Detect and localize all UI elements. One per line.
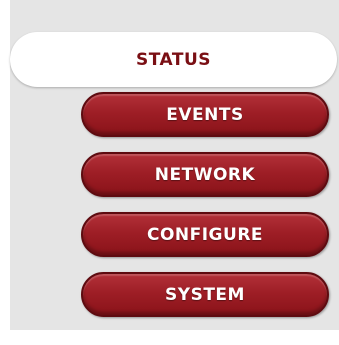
network-button[interactable]: NETWORK bbox=[81, 152, 329, 197]
configure-button[interactable]: CONFIGURE bbox=[81, 212, 329, 257]
nav-panel: STATUS EVENTS NETWORK CONFIGURE SYSTEM bbox=[10, 0, 339, 330]
nav-tab-status[interactable]: STATUS bbox=[10, 32, 337, 87]
system-button[interactable]: SYSTEM bbox=[81, 272, 329, 317]
events-button[interactable]: EVENTS bbox=[81, 92, 329, 137]
